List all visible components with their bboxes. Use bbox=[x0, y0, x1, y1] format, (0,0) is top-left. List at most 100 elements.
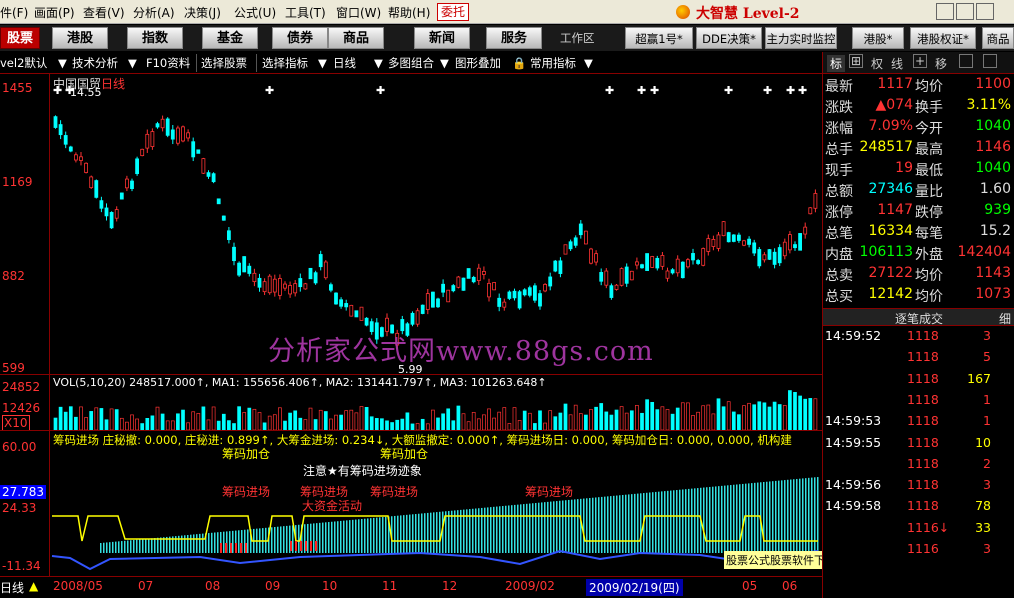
volume-bar bbox=[257, 412, 262, 431]
volume-bar bbox=[298, 417, 303, 431]
indicator-note: 筹码进场 bbox=[525, 485, 574, 499]
indicator-bar bbox=[535, 502, 537, 553]
tb-select-indicator[interactable]: 选择指标 bbox=[262, 54, 308, 72]
volume-bar bbox=[512, 407, 517, 431]
window-icon[interactable] bbox=[959, 54, 973, 68]
volume-bar bbox=[808, 398, 813, 431]
workspace-label[interactable]: 工作区 bbox=[560, 29, 595, 47]
quote-cell: 15.2 bbox=[979, 223, 1011, 239]
nav-chaoying[interactable]: 超赢1号* bbox=[625, 27, 693, 49]
menu-window[interactable]: 窗口(W) bbox=[336, 4, 381, 21]
dropdown-arrow-icon[interactable]: ▼ bbox=[440, 54, 449, 72]
dropdown-arrow-icon[interactable]: ▼ bbox=[584, 54, 593, 72]
volume-pane[interactable]: VOL(5,10,20) 248517.000↑, MA1: 155656.40… bbox=[0, 374, 822, 431]
dropdown-arrow-icon[interactable]: ▼ bbox=[374, 54, 383, 72]
tb-multi-chart[interactable]: 多图组合 bbox=[388, 54, 434, 72]
close-icon[interactable] bbox=[976, 3, 994, 20]
signal-star: ✚ bbox=[637, 84, 646, 97]
tb-select-stock[interactable]: 选择股票 bbox=[201, 54, 247, 72]
menu-help[interactable]: 帮助(H) bbox=[388, 4, 430, 21]
entrust-button[interactable]: 委托 bbox=[437, 3, 469, 21]
candle bbox=[191, 137, 196, 162]
menu-view[interactable]: 查看(V) bbox=[83, 4, 125, 21]
dropdown-arrow-icon[interactable]: ▼ bbox=[318, 54, 327, 72]
menu-file[interactable]: 件(F) bbox=[0, 4, 28, 21]
tb-default[interactable]: vel2默认 bbox=[0, 54, 47, 72]
indicator-pane[interactable]: 筹码进场 庄秘撤: 0.000, 庄秘进: 0.899↑, 大筹金进场: 0.2… bbox=[0, 430, 822, 576]
indicator-bar bbox=[607, 496, 609, 553]
menu-formula[interactable]: 公式(U) bbox=[234, 4, 276, 21]
plus-icon[interactable]: + bbox=[913, 54, 927, 68]
nav-hk-star[interactable]: 港股* bbox=[852, 27, 904, 49]
nav-dde[interactable]: DDE决策* bbox=[696, 27, 762, 49]
volume-bar bbox=[267, 415, 272, 431]
nav-hk-warrant[interactable]: 港股权证* bbox=[910, 27, 976, 49]
quote-cell: 7.09% bbox=[868, 118, 913, 134]
grid-icon[interactable]: ⊞ bbox=[849, 54, 863, 68]
trade-list[interactable]: 14:59:52 1118 3 1118 5 1118 167 1118 1 14:59:53 11… bbox=[823, 328, 1014, 598]
volume-bar bbox=[369, 416, 374, 431]
menu-screen[interactable]: 画面(P) bbox=[34, 4, 75, 21]
nav-fund[interactable]: 基金 bbox=[202, 27, 258, 49]
nav-commodity[interactable]: 商品 bbox=[328, 27, 384, 49]
nav-service[interactable]: 服务 bbox=[486, 27, 542, 49]
nav-news[interactable]: 新闻 bbox=[414, 27, 470, 49]
tb-tech-analysis[interactable]: 技术分析 bbox=[72, 54, 118, 72]
indicator-bar bbox=[493, 506, 495, 553]
indicator-bar bbox=[634, 493, 636, 553]
trade-detail-tab[interactable]: 细 bbox=[999, 310, 1011, 327]
nav-hk-stocks[interactable]: 港股 bbox=[52, 27, 108, 49]
indicator-bar bbox=[424, 513, 426, 553]
indicator-bar bbox=[685, 489, 687, 553]
tab-quote[interactable]: 标 bbox=[827, 55, 846, 72]
nav-monitor[interactable]: 主力实时监控 bbox=[765, 27, 837, 49]
tb-f10[interactable]: F10资料 bbox=[146, 54, 190, 72]
trade-row: 14:59:58 1118 78 bbox=[823, 498, 1014, 519]
nav-goods[interactable]: 商品 bbox=[982, 27, 1014, 49]
signal-star: ✚ bbox=[605, 84, 614, 97]
indicator-bar bbox=[667, 490, 669, 553]
volume-bar bbox=[543, 422, 547, 431]
menu-decision[interactable]: 决策(J) bbox=[184, 4, 221, 21]
period-arrow-icon[interactable]: ▲ bbox=[29, 579, 38, 593]
indicator-bar bbox=[109, 542, 111, 553]
volume-bar bbox=[538, 410, 542, 431]
trade-cell: 14:59:52 bbox=[825, 328, 882, 343]
indicator-bar bbox=[736, 484, 738, 553]
tab-line[interactable]: 线 bbox=[891, 55, 903, 72]
volume-bar bbox=[461, 413, 466, 431]
quote-row: 内盘 106113 外盘 142404 bbox=[823, 244, 1014, 265]
candlestick-chart[interactable]: ✚ ✚ ✚ ✚ ✚ ✚ ✚ ✚ ✚ ✚ ✚ 中国国贸 日线 14.55 5.99 分析家公式网www… bbox=[0, 74, 822, 376]
volume-bar bbox=[119, 417, 124, 431]
indicator-bar bbox=[274, 526, 276, 553]
candle bbox=[89, 175, 94, 190]
indicator-bar bbox=[709, 486, 711, 553]
candle bbox=[145, 129, 150, 153]
date-label: 10 bbox=[322, 579, 338, 593]
tab-rights[interactable]: 权 bbox=[871, 55, 883, 72]
tab-stocks[interactable]: 股票 bbox=[0, 27, 40, 49]
indicator-bar bbox=[649, 492, 651, 553]
quote-row: 总手 248517 最高 1146 bbox=[823, 139, 1014, 160]
layout-icon[interactable] bbox=[983, 54, 997, 68]
lock-icon[interactable]: 🔒 bbox=[512, 54, 526, 72]
dropdown-arrow-icon[interactable]: ▼ bbox=[58, 54, 67, 72]
nav-index[interactable]: 指数 bbox=[127, 27, 183, 49]
menu-tools[interactable]: 工具(T) bbox=[285, 4, 326, 21]
indicator-bar bbox=[367, 518, 369, 553]
indicator-bar bbox=[529, 503, 531, 553]
dropdown-arrow-icon[interactable]: ▼ bbox=[128, 54, 137, 72]
tb-overlay[interactable]: 图形叠加 bbox=[455, 54, 501, 72]
nav-bond[interactable]: 债券 bbox=[272, 27, 328, 49]
volume-bar bbox=[594, 406, 598, 431]
menu-analysis[interactable]: 分析(A) bbox=[133, 4, 175, 21]
tb-common-indicator[interactable]: 常用指标 bbox=[530, 54, 576, 72]
indicator-bar bbox=[481, 507, 483, 553]
period-button[interactable]: 日线 bbox=[0, 579, 24, 596]
indicator-bar bbox=[300, 541, 302, 551]
volume-bar bbox=[313, 419, 318, 431]
minimize-icon[interactable] bbox=[936, 3, 954, 20]
maximize-icon[interactable] bbox=[956, 3, 974, 20]
tab-move[interactable]: 移 bbox=[935, 55, 947, 72]
tb-daily[interactable]: 日线 bbox=[333, 54, 356, 72]
